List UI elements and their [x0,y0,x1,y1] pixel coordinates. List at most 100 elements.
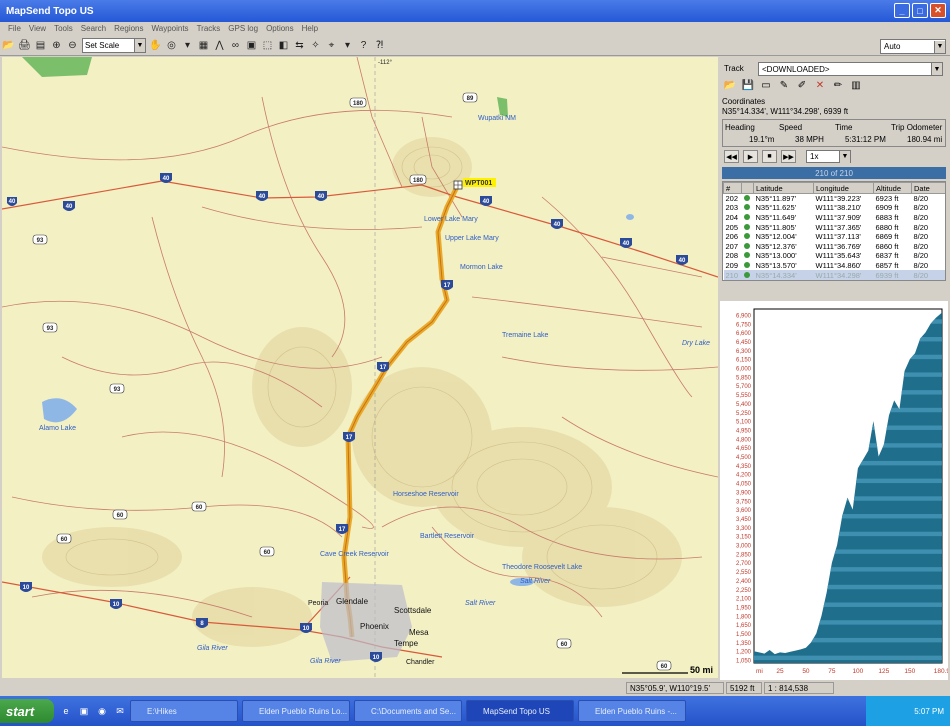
pan-hand-icon[interactable]: ✋ [149,39,162,52]
print-icon[interactable]: 🖨 [18,39,31,52]
cell-altitude: 6883 ft [875,212,899,222]
fast-forward-icon[interactable]: ▶▶ [781,150,796,163]
y-tick-label: 3,600 [736,508,752,514]
mode-select[interactable]: Auto ▼ [880,39,946,54]
transfer-icon[interactable]: ⇆ [293,39,306,52]
open-track-icon[interactable]: 📂 [724,79,736,91]
label-cave-creek-reservoir: Cave Creek Reservoir [320,551,390,558]
map-view[interactable]: -112° 40 40 40 40 40 40 40 40 40 17 17 1… [2,57,718,678]
media-icon[interactable]: ◉ [96,705,108,717]
col-altitude[interactable]: Altitude [873,182,912,194]
play-icon[interactable]: ▶ [743,150,758,163]
track-select[interactable]: <DOWNLOADED> ▼ [758,62,943,76]
close-button[interactable]: ✕ [930,3,946,18]
info-icon[interactable]: ? [357,39,370,52]
help-pointer-icon[interactable]: ⁈ [373,39,386,52]
ie-icon[interactable]: e [60,705,72,717]
chevron-down-icon[interactable]: ▾ [341,39,354,52]
menu-file[interactable]: File [8,24,21,33]
clock[interactable]: 5:07 PM [914,707,944,716]
table-row[interactable]: 204 N35°11.649' W111°37.909' 6883 ft 8/20 [724,212,946,223]
track-point-dot-icon [743,271,750,278]
mail-icon[interactable]: ✉ [114,705,126,717]
cell-longitude: W111°34.860' [815,260,862,270]
table-row[interactable]: 207 N35°12.376' W111°36.769' 6860 ft 8/20 [724,241,946,251]
zoom-out-icon[interactable]: ⊖ [66,39,79,52]
cell-number: 203 [725,203,739,213]
col-latitude[interactable]: Latitude [753,182,814,194]
y-tick-label: 6,000 [736,367,752,373]
col-marker[interactable] [741,182,754,194]
y-tick-label: 6,750 [736,322,752,328]
menu-help[interactable]: Help [302,24,318,33]
task-hikes[interactable]: E:\Hikes [130,700,238,722]
table-row[interactable]: 202 N35°11.897' W111°39.223' 6923 ft 8/20 [724,194,946,204]
gps-unit-icon[interactable]: ▣ [245,39,258,52]
table-row[interactable]: 203 N35°11.625' W111°38.210' 6909 ft 8/20 [724,203,946,213]
table-row[interactable]: 209 N35°13.570' W111°34.860' 6857 ft 8/20 [724,260,946,271]
menu-gps-log[interactable]: GPS log [228,24,258,33]
menu-options[interactable]: Options [266,24,294,33]
menu-regions[interactable]: Regions [114,24,143,33]
task-elden-pueblo-1[interactable]: Elden Pueblo Ruins Lo... [242,700,350,722]
menu-waypoints[interactable]: Waypoints [152,24,189,33]
minimize-button[interactable]: _ [894,3,910,18]
draw-track-icon[interactable]: ✎ [778,79,790,91]
x-tick-label: 50 [802,668,810,675]
stop-icon[interactable]: ■ [762,150,777,163]
route-icon[interactable]: ⋀ [213,39,226,52]
center-icon[interactable]: ◎ [165,39,178,52]
maximize-button[interactable]: □ [912,3,928,18]
upload-icon[interactable]: ▭ [760,79,772,91]
table-row[interactable]: 210 N35°14.334' W111°34.298' 6939 ft 8/20 [723,270,945,280]
table-header: # Latitude Longitude Altitude Date [723,182,945,194]
playback-speed-select[interactable]: 1x ▼ [806,150,851,163]
task-documents[interactable]: C:\Documents and Se... [354,700,462,722]
cell-marker [742,213,754,223]
table-row[interactable]: 205 N35°11.805' W111°37.365' 6880 ft 8/20 [724,222,946,232]
track-points-table[interactable]: # Latitude Longitude Altitude Date 202 N3… [722,181,946,281]
y-tick-label: 3,300 [736,526,752,532]
measure-icon[interactable]: ⌖ [325,39,338,52]
col-number[interactable]: # [723,182,742,194]
svg-text:60: 60 [196,505,203,511]
menu-view[interactable]: View [29,24,46,33]
waypoint-icon[interactable]: ✧ [309,39,322,52]
col-date[interactable]: Date [911,182,945,194]
chart-icon[interactable]: ▥ [850,79,862,91]
menu-tracks[interactable]: Tracks [197,24,221,33]
print-preview-icon[interactable]: ▤ [34,39,47,52]
menu-tools[interactable]: Tools [54,24,73,33]
delete-icon[interactable]: ✕ [814,79,826,91]
table-row[interactable]: 208 N35°13.000' W111°35.643' 6837 ft 8/20 [724,251,946,261]
edit-track-icon[interactable]: ✐ [796,79,808,91]
label-alamo-lake: Alamo Lake [39,425,76,432]
cell-latitude: N35°11.805' [755,222,797,232]
task-elden-pueblo-2[interactable]: Elden Pueblo Ruins -... [578,700,686,722]
task-mapsend[interactable]: MapSend Topo US [466,700,574,722]
zoom-in-icon[interactable]: ⊕ [50,39,63,52]
pencil-icon[interactable]: ✏ [832,79,844,91]
layers-icon[interactable]: ◧ [277,39,290,52]
col-longitude[interactable]: Longitude [813,182,874,194]
table-row[interactable]: 206 N35°12.004' W111°37.113' 6869 ft 8/20 [724,232,946,242]
y-tick-label: 3,450 [736,517,752,523]
rewind-icon[interactable]: ◀◀ [724,150,739,163]
y-tick-label: 1,650 [736,623,752,629]
shield-i10-1: 10 [20,582,32,592]
folder-icon[interactable]: ▣ [78,705,90,717]
menu-search[interactable]: Search [81,24,106,33]
y-tick-label: 4,200 [736,473,752,479]
scale-select[interactable]: Set Scale ▼ [82,38,146,53]
cell-latitude: N35°12.376' [755,241,797,251]
open-icon[interactable]: 📂 [2,39,15,52]
binoculars-icon[interactable]: ∞ [229,39,242,52]
save-track-icon[interactable]: 💾 [742,79,754,91]
chevron-down-icon[interactable]: ▾ [181,39,194,52]
select-area-icon[interactable]: ⬚ [261,39,274,52]
start-button[interactable]: start [0,699,54,723]
y-tick-label: 4,800 [736,437,752,443]
map-icon[interactable]: ▦ [197,39,210,52]
label-salt-river-1: Salt River [520,578,551,585]
map-canvas[interactable]: -112° 40 40 40 40 40 40 40 40 40 17 17 1… [2,57,718,678]
